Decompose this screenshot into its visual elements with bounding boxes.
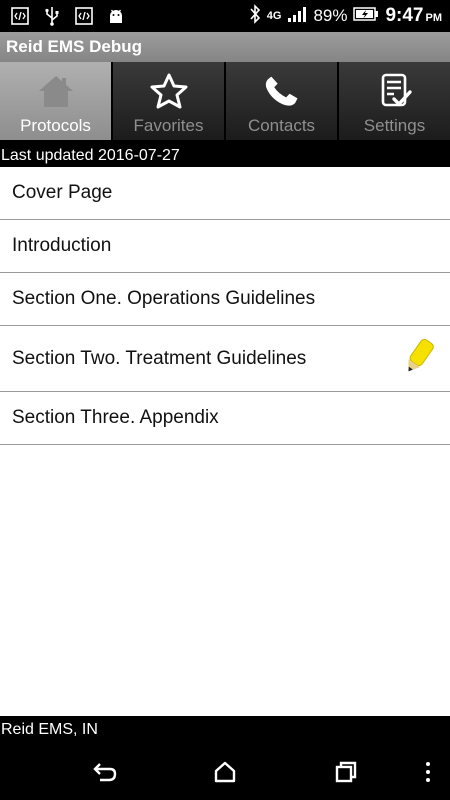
- footer-text: Reid EMS, IN: [0, 716, 450, 744]
- tab-label: Protocols: [20, 116, 91, 135]
- list-item-section-three[interactable]: Section Three. Appendix: [0, 392, 450, 445]
- tab-label: Contacts: [247, 116, 316, 135]
- checklist-icon: [375, 72, 415, 110]
- list-item-section-one[interactable]: Section One. Operations Guidelines: [0, 273, 450, 326]
- list-item-label: Cover Page: [12, 182, 113, 203]
- tab-settings[interactable]: Settings: [339, 62, 450, 140]
- network-type: 4G: [266, 10, 282, 22]
- signal-icon: [287, 5, 307, 28]
- code-icon: [74, 6, 94, 26]
- app-title: Reid EMS Debug: [6, 37, 143, 56]
- system-nav-bar: [0, 744, 450, 800]
- list-item-section-two[interactable]: Section Two. Treatment Guidelines: [0, 326, 450, 392]
- android-icon: [106, 6, 126, 26]
- notification-icons: [10, 6, 126, 26]
- bluetooth-icon: [249, 3, 261, 29]
- list-item-label: Section Three. Appendix: [12, 407, 219, 428]
- list-item-label: Section One. Operations Guidelines: [12, 288, 316, 309]
- phone-icon: [262, 72, 302, 110]
- app-title-bar: Reid EMS Debug: [0, 32, 450, 62]
- last-updated-text: Last updated 2016-07-27: [0, 145, 450, 167]
- list-item-label: Section Two. Treatment Guidelines: [12, 347, 307, 369]
- back-icon[interactable]: [91, 758, 119, 786]
- tab-contacts[interactable]: Contacts: [226, 62, 339, 140]
- overflow-menu-icon[interactable]: [414, 758, 442, 786]
- code-icon: [10, 6, 30, 26]
- clock: 9:47 PM: [385, 5, 442, 26]
- list-item-cover-page[interactable]: Cover Page: [0, 167, 450, 220]
- battery-percent: 89%: [313, 6, 348, 25]
- list-item-introduction[interactable]: Introduction: [0, 220, 450, 273]
- protocol-list: Cover Page Introduction Section One. Ope…: [0, 167, 450, 716]
- star-icon: [149, 72, 189, 110]
- pencil-icon: [398, 336, 438, 382]
- list-item-label: Introduction: [12, 235, 112, 256]
- battery-charging-icon: [353, 6, 379, 26]
- tab-favorites[interactable]: Favorites: [113, 62, 226, 140]
- tab-label: Favorites: [133, 116, 204, 135]
- status-bar: 4G 89% 9:47 PM: [0, 0, 450, 32]
- status-indicators: 4G 89% 9:47 PM: [249, 0, 442, 32]
- tab-protocols[interactable]: Protocols: [0, 62, 113, 140]
- recent-apps-icon[interactable]: [332, 758, 360, 786]
- tab-label: Settings: [363, 116, 426, 135]
- home-icon: [36, 72, 76, 110]
- tab-bar: Protocols Favorites Contacts Settings: [0, 62, 450, 140]
- usb-icon: [42, 6, 62, 26]
- home-nav-icon[interactable]: [211, 758, 239, 786]
